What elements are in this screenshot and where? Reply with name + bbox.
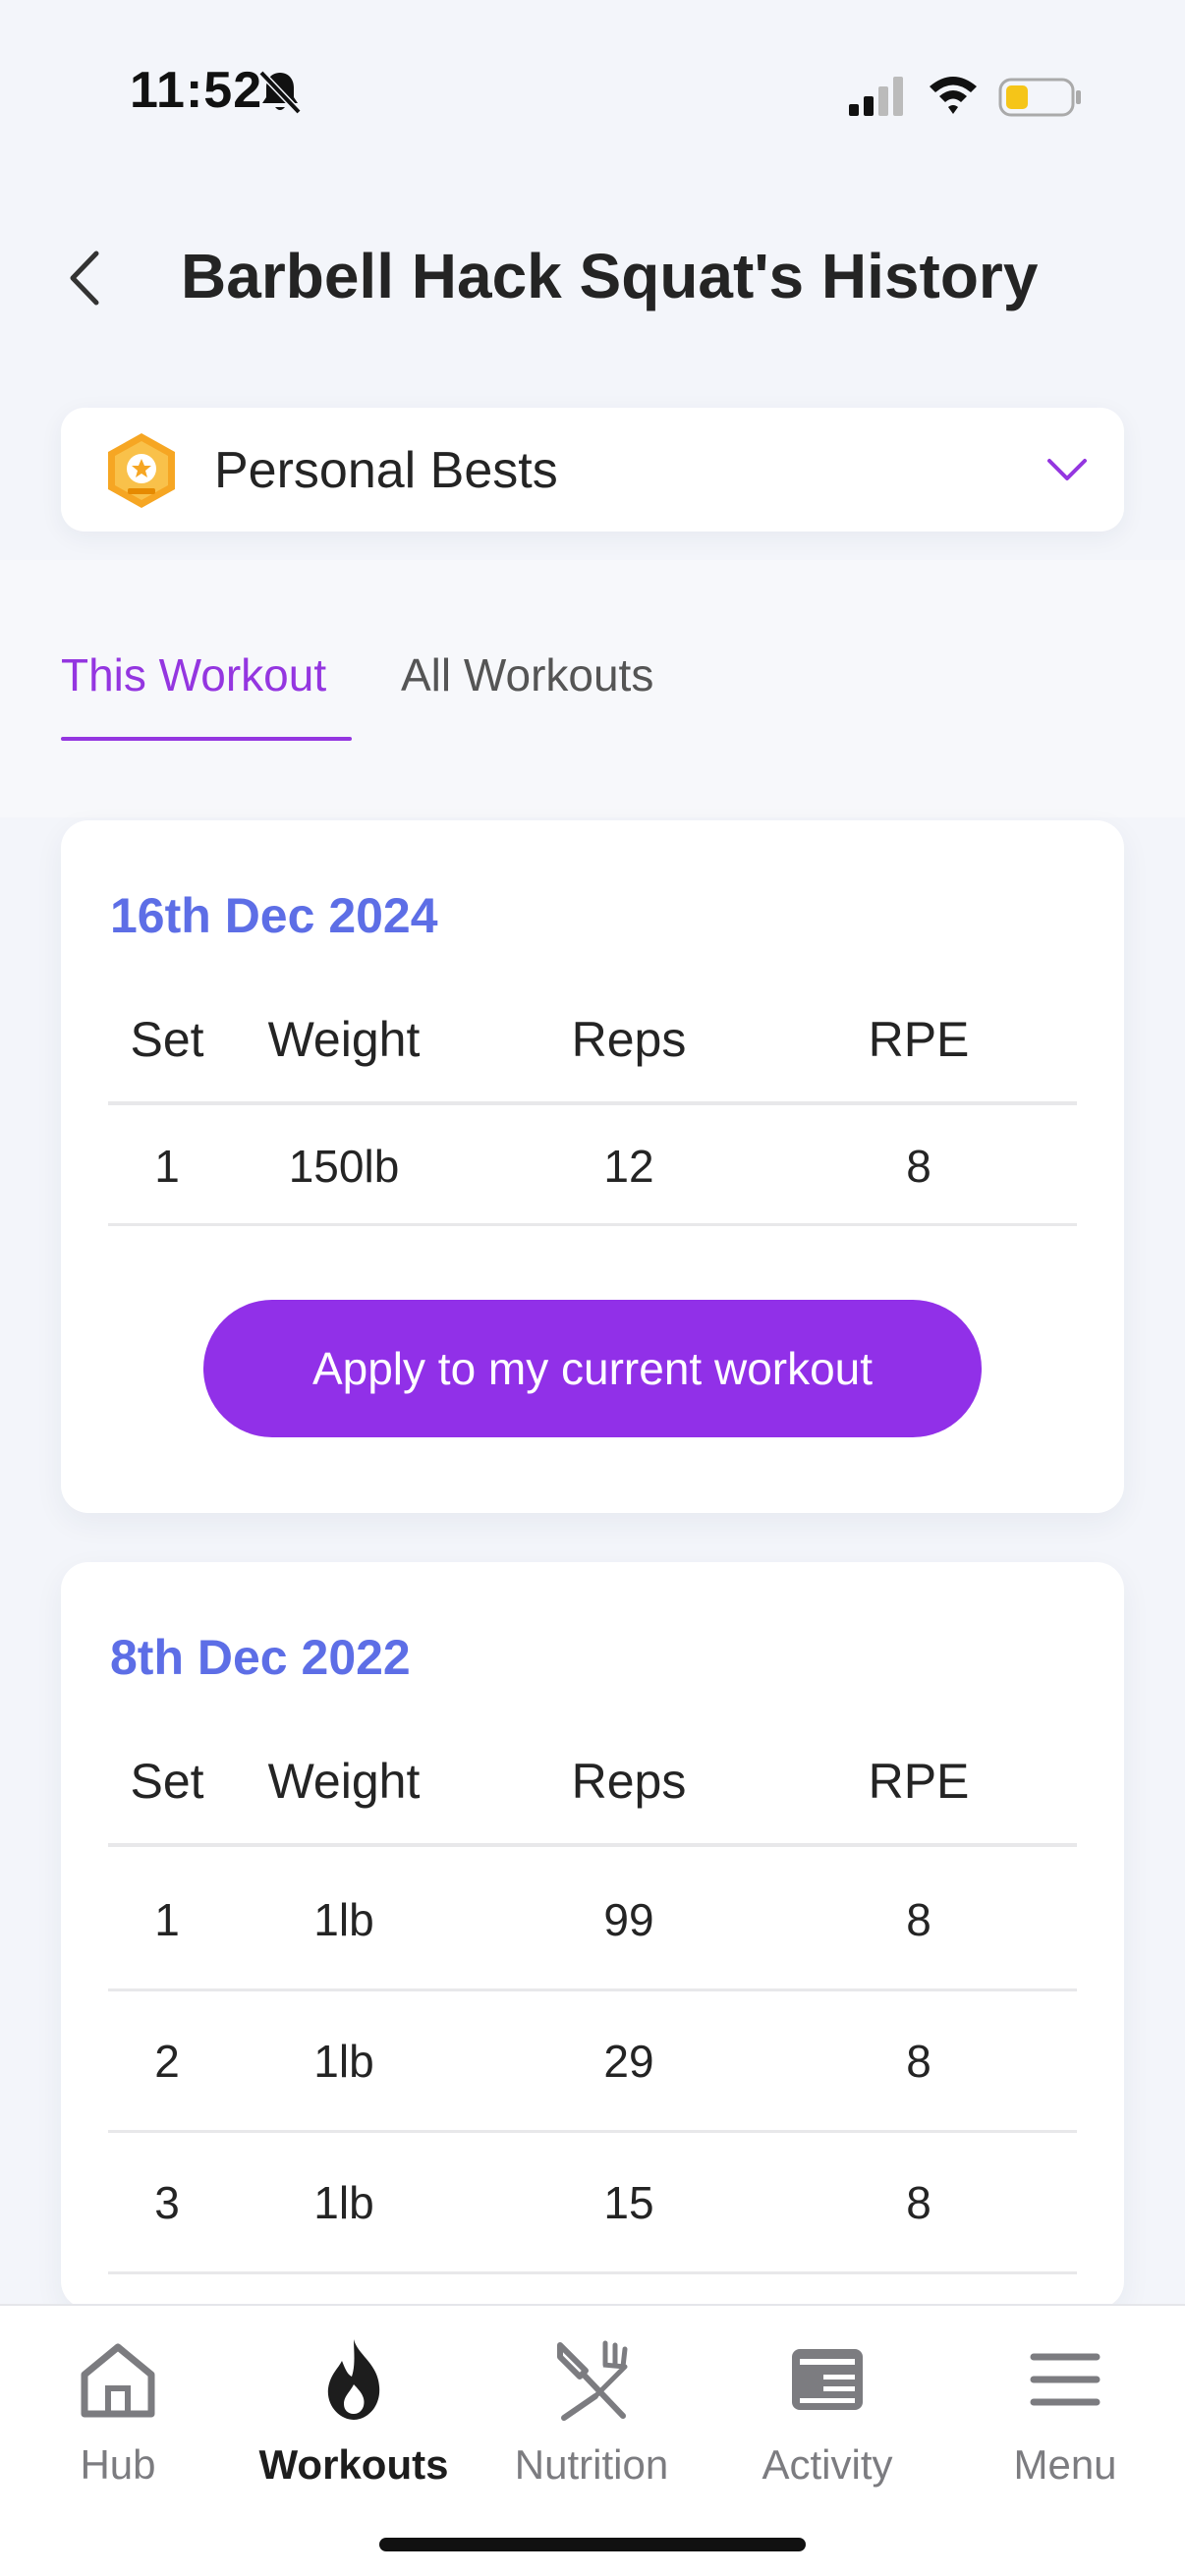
personal-bests-dropdown[interactable]: Personal Bests: [61, 408, 1124, 532]
cell-set: 1: [154, 1893, 180, 1945]
cell-rpe: 8: [906, 1893, 931, 1945]
fork-knife-icon: [557, 2340, 628, 2421]
cell-reps: 99: [603, 1893, 654, 1945]
table-row: 1 1lb 99 8: [108, 1850, 1077, 1991]
status-bar: 11:52: [0, 0, 1185, 196]
tab-all-workouts[interactable]: All Workouts: [401, 648, 653, 701]
header-weight: Weight: [267, 1012, 421, 1067]
header-rpe: RPE: [868, 1012, 970, 1067]
medal-badge-icon: [108, 433, 175, 508]
hamburger-menu-icon: [1030, 2353, 1100, 2406]
cell-reps: 29: [603, 2035, 654, 2087]
cell-reps: 15: [603, 2176, 654, 2228]
cell-weight: 1lb: [313, 2176, 374, 2228]
wifi-icon: [930, 77, 977, 114]
cell-set: 2: [154, 2035, 180, 2087]
table-header: Set Weight Reps RPE: [108, 1719, 1077, 1847]
table-row: 3 1lb 15 8: [108, 2133, 1077, 2274]
table-row: 1 150lb 12 8: [108, 1108, 1077, 1226]
cell-weight: 1lb: [313, 1893, 374, 1945]
header-reps: Reps: [571, 1754, 687, 1809]
tabbar-item-hub[interactable]: Hub: [0, 2335, 236, 2532]
cell-rpe: 8: [906, 1140, 931, 1192]
back-chevron-icon[interactable]: [63, 246, 106, 310]
tabbar-label-activity: Activity: [762, 2441, 893, 2488]
bottom-tab-bar: Hub Workouts Nutrition Activity Menu: [0, 2304, 1185, 2576]
header-weight: Weight: [267, 1754, 421, 1809]
workout-card: 8th Dec 2022 Set Weight Reps RPE 1 1lb 9…: [61, 1562, 1124, 2309]
header-reps: Reps: [571, 1012, 687, 1067]
tabbar-item-nutrition[interactable]: Nutrition: [474, 2335, 709, 2532]
cell-weight: 150lb: [288, 1140, 400, 1192]
cell-set: 3: [154, 2176, 180, 2228]
home-icon: [81, 2343, 155, 2418]
personal-bests-label: Personal Bests: [214, 442, 558, 499]
tabbar-item-menu[interactable]: Menu: [947, 2335, 1183, 2532]
header-set: Set: [130, 1754, 204, 1809]
header-rpe: RPE: [868, 1754, 970, 1809]
status-time: 11:52: [130, 62, 263, 119]
table-row: 2 1lb 29 8: [108, 1991, 1077, 2133]
active-tab-indicator: [61, 737, 352, 741]
tabbar-label-hub: Hub: [80, 2441, 156, 2488]
tabbar-label-nutrition: Nutrition: [514, 2441, 669, 2488]
page-title: Barbell Hack Squat's History: [181, 241, 1039, 311]
workout-date: 8th Dec 2022: [110, 1630, 411, 1685]
cell-reps: 12: [603, 1140, 654, 1192]
cell-set: 1: [154, 1140, 180, 1192]
workout-date: 16th Dec 2024: [110, 888, 438, 943]
chevron-down-icon[interactable]: [1044, 451, 1091, 486]
cell-weight: 1lb: [313, 2035, 374, 2087]
cellular-signal-icon: [849, 77, 903, 116]
flame-icon: [327, 2339, 380, 2420]
bell-muted-icon: [258, 70, 302, 115]
tabbar-label-workouts: Workouts: [258, 2441, 449, 2488]
table-header: Set Weight Reps RPE: [108, 978, 1077, 1105]
home-indicator[interactable]: [379, 2538, 806, 2551]
cell-rpe: 8: [906, 2035, 931, 2087]
battery-icon: [998, 78, 1081, 117]
cell-rpe: 8: [906, 2176, 931, 2228]
history-tabs: This Workout All Workouts: [0, 560, 1185, 817]
tab-this-workout[interactable]: This Workout: [61, 648, 326, 701]
activity-card-icon: [792, 2349, 863, 2410]
tabbar-item-activity[interactable]: Activity: [709, 2335, 945, 2532]
apply-to-current-workout-button[interactable]: Apply to my current workout: [203, 1300, 982, 1437]
tabbar-label-menu: Menu: [1013, 2441, 1117, 2488]
tabbar-item-workouts[interactable]: Workouts: [236, 2335, 472, 2532]
workout-card: 16th Dec 2024 Set Weight Reps RPE 1 150l…: [61, 820, 1124, 1513]
header-set: Set: [130, 1012, 204, 1067]
